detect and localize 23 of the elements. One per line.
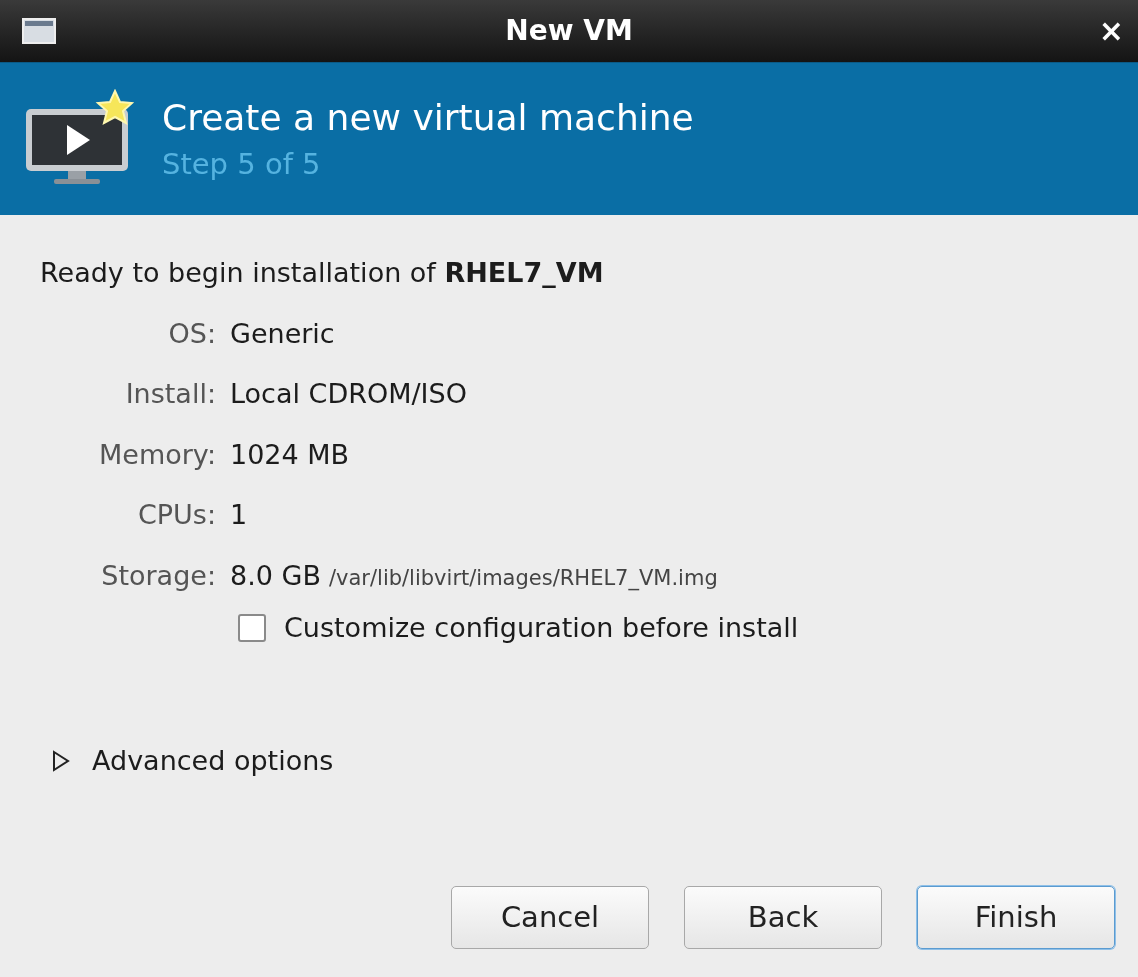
dialog-button[interactable]: Cancel — [451, 886, 649, 949]
dialog-button[interactable]: Back — [684, 886, 882, 949]
field-label: Storage: — [100, 558, 216, 593]
window-icon — [22, 18, 56, 44]
field-value: Local CDROM/ISO — [230, 377, 467, 411]
close-button[interactable]: × — [1098, 16, 1124, 46]
field-value: Generic — [230, 316, 335, 351]
header-title: Create a new virtual machine — [162, 99, 694, 136]
window-title: New VM — [505, 13, 633, 49]
field-label: OS: — [167, 316, 216, 351]
checkbox-label: Customize configuration before install — [284, 611, 799, 645]
field-value: 1 — [230, 498, 248, 532]
field-label: CPUs: — [136, 498, 216, 532]
step-indicator: Step 5 of 5 — [162, 149, 322, 179]
checkbox[interactable] — [238, 614, 266, 643]
field-value: 8.0 GB — [230, 558, 321, 593]
dialog-button[interactable]: Finish — [917, 886, 1115, 949]
field-label: Install: — [124, 377, 216, 411]
field-value: 1024 MB — [230, 437, 350, 472]
summary-intro: Ready to begin installation of RHEL7_VM — [40, 256, 605, 290]
storage-path: /var/lib/libvirt/images/RHEL7_VM.img — [328, 564, 718, 593]
advanced-options-expander[interactable]: Advanced options — [52, 740, 1098, 781]
field-label: Memory: — [98, 437, 216, 472]
